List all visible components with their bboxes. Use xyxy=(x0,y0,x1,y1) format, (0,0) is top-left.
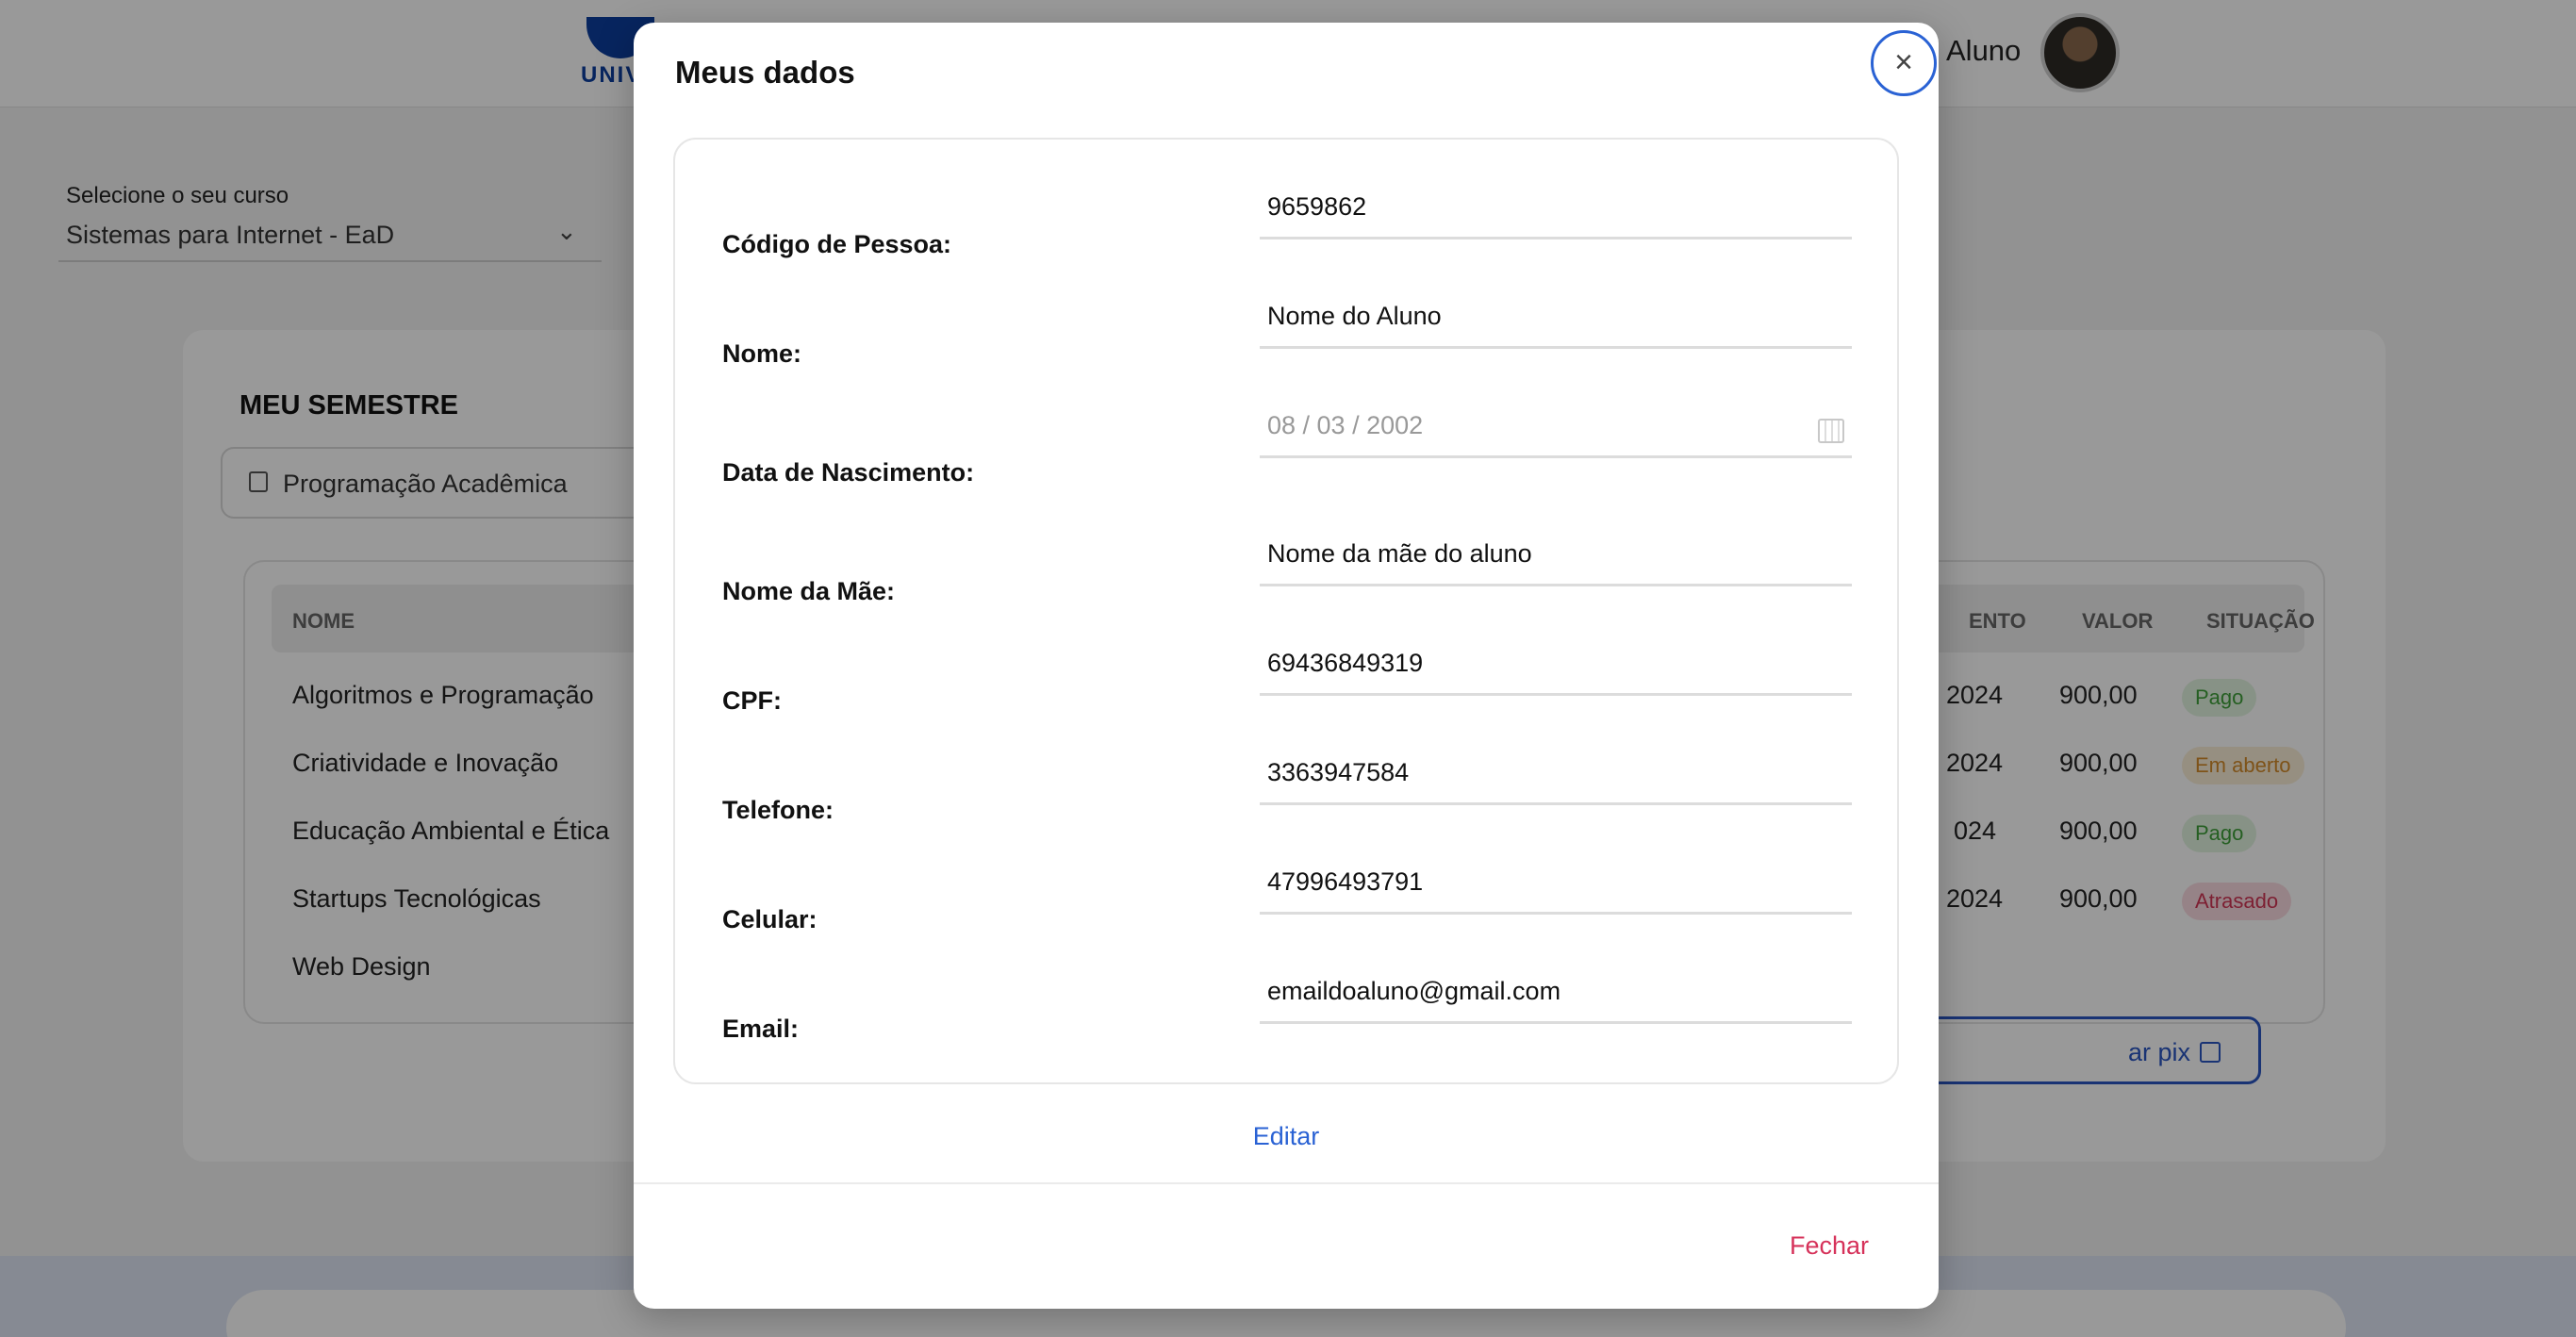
field-value: 69436849319 xyxy=(1267,649,1424,677)
field-value: 3363947584 xyxy=(1267,758,1410,786)
field-value: 9659862 xyxy=(1267,192,1367,221)
data-form: Código de Pessoa: 9659862 Nome: Nome do … xyxy=(673,138,1899,1084)
field-value: emaildoaluno@gmail.com xyxy=(1267,977,1561,1005)
codigo-pessoa-field[interactable]: 9659862 xyxy=(1260,177,1852,239)
field-label-nascimento: Data de Nascimento: xyxy=(722,458,975,487)
field-value: Nome do Aluno xyxy=(1267,302,1442,330)
field-label-cpf: CPF: xyxy=(722,686,782,715)
field-label-celular: Celular: xyxy=(722,905,817,933)
data-nascimento-field[interactable]: 08 / 03 / 2002 xyxy=(1260,396,1852,458)
field-label-email: Email: xyxy=(722,1015,800,1043)
field-value: Nome da mãe do aluno xyxy=(1267,539,1532,568)
field-label-codigo: Código de Pessoa: xyxy=(722,230,952,258)
field-label-mae: Nome da Mãe: xyxy=(722,577,896,605)
close-button[interactable]: Fechar xyxy=(1790,1231,1869,1261)
field-label-telefone: Telefone: xyxy=(722,796,834,824)
nome-field[interactable]: Nome do Aluno xyxy=(1260,287,1852,349)
edit-button[interactable]: Editar xyxy=(634,1122,1939,1151)
close-icon[interactable]: × xyxy=(1871,30,1937,96)
telefone-field[interactable]: 3363947584 xyxy=(1260,743,1852,805)
nome-mae-field[interactable]: Nome da mãe do aluno xyxy=(1260,524,1852,586)
celular-field[interactable]: 47996493791 xyxy=(1260,852,1852,915)
field-label-nome: Nome: xyxy=(722,339,802,368)
field-value: 08 / 03 / 2002 xyxy=(1267,411,1424,439)
modal-title: Meus dados xyxy=(675,55,855,90)
field-value: 47996493791 xyxy=(1267,867,1424,896)
my-data-modal: Meus dados × Código de Pessoa: 9659862 N… xyxy=(634,23,1939,1309)
email-field[interactable]: emaildoaluno@gmail.com xyxy=(1260,962,1852,1024)
modal-divider xyxy=(634,1182,1939,1184)
calendar-icon[interactable] xyxy=(1818,419,1844,443)
cpf-field[interactable]: 69436849319 xyxy=(1260,634,1852,696)
